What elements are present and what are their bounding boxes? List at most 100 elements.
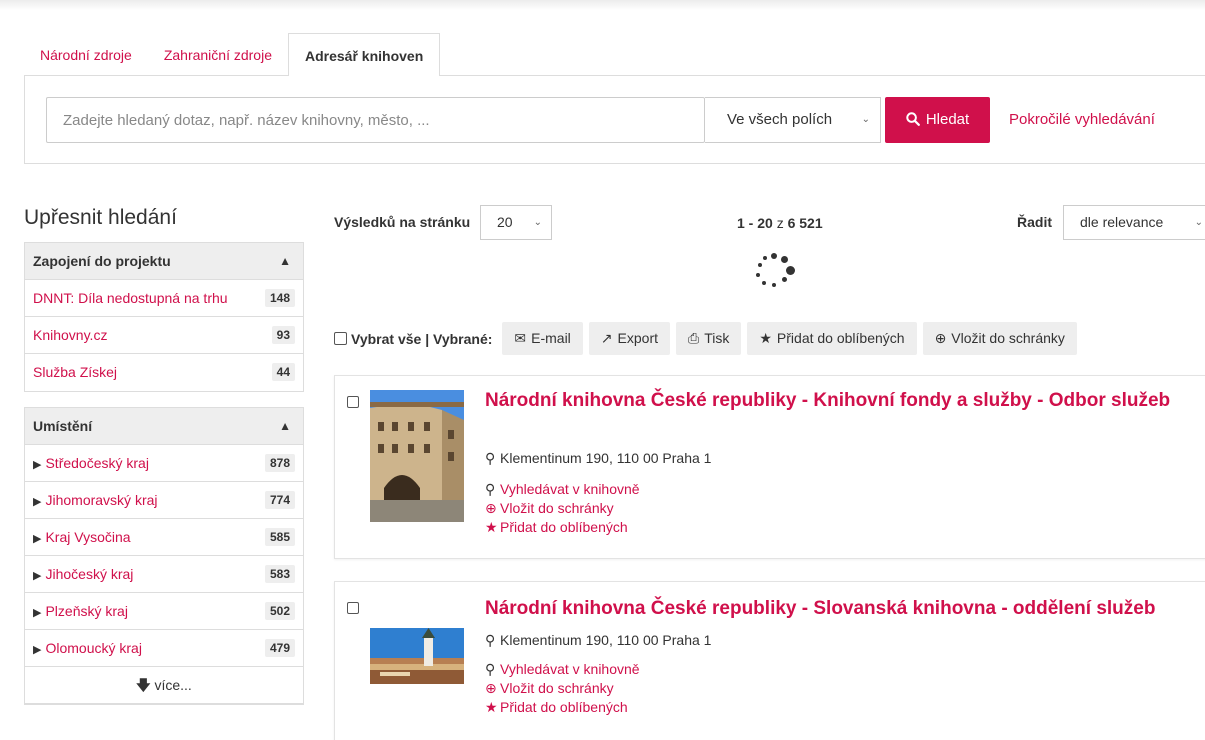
result-item: Národní knihovna České republiky - Slova… (334, 581, 1205, 740)
result-checkbox[interactable] (347, 602, 359, 614)
expand-triangle-icon[interactable]: ▶ (33, 533, 41, 545)
facet-more-button[interactable]: 🡇 více... (25, 667, 303, 704)
facet-item-knihovny[interactable]: Knihovny.cz 93 (25, 317, 303, 354)
email-button[interactable]: ✉ E-mail (502, 322, 583, 355)
facet-project: Zapojení do projektu ▲ DNNT: Díla nedost… (24, 242, 304, 392)
export-button[interactable]: ↗ Export (588, 322, 670, 355)
facet-item-region[interactable]: ▶ Jihomoravský kraj 774 (25, 482, 303, 519)
plus-circle-icon: ⊕ (485, 680, 497, 696)
sort-select[interactable]: dle relevance ⌄ (1063, 205, 1205, 240)
per-page-value: 20 (497, 214, 513, 230)
envelope-icon: ✉ (514, 330, 527, 346)
range-total: 6 521 (787, 215, 823, 231)
collapse-triangle-icon: ▲ (279, 419, 291, 433)
select-all-checkbox[interactable] (334, 332, 347, 345)
star-icon: ★ (759, 330, 772, 346)
map-marker-icon: ⚲ (485, 450, 496, 466)
printer-icon: ⎙ (688, 330, 700, 346)
expand-triangle-icon[interactable]: ▶ (33, 496, 41, 508)
library-photo (370, 390, 464, 522)
facet-item-label: Kraj Vysočina (45, 529, 131, 545)
result-actions: ⚲ Vyhledávat v knihovně ⊕ Vložit do schrán… (485, 480, 640, 537)
search-in-library-link[interactable]: ⚲ Vyhledávat v knihovně (485, 660, 640, 679)
result-address: ⚲ Klementinum 190, 110 00 Praha 1 (485, 632, 711, 649)
per-page-select[interactable]: 20 ⌄ (480, 205, 552, 240)
range-of: z (776, 215, 784, 231)
facet-item-region[interactable]: ▶ Kraj Vysočina 585 (25, 519, 303, 556)
facet-item-ziskej[interactable]: Služba Získej 44 (25, 354, 303, 391)
facet-item-region[interactable]: ▶ Středočeský kraj 878 (25, 445, 303, 482)
add-favorites-button[interactable]: ★ Přidat do oblíbených (747, 322, 917, 355)
tab-foreign-sources[interactable]: Zahraniční zdroje (148, 33, 288, 75)
top-shadow (0, 0, 1205, 10)
source-tabs: Národní zdroje Zahraniční zdroje Adresář… (24, 33, 441, 76)
result-checkbox[interactable] (347, 396, 359, 408)
search-input[interactable] (46, 97, 705, 143)
range-value: 1 - 20 (737, 215, 773, 231)
sidebar-title: Upřesnit hledání (24, 206, 177, 229)
search-field-select[interactable]: Ve všech polích ⌄ (705, 97, 881, 143)
search-in-library-link[interactable]: ⚲ Vyhledávat v knihovně (485, 480, 640, 499)
library-photo (370, 628, 464, 684)
facet-item-region[interactable]: ▶ Plzeňský kraj 502 (25, 593, 303, 630)
per-page-label: Výsledků na stránku (334, 214, 471, 230)
search-button-label: Hledat (925, 111, 970, 128)
result-item: Národní knihovna České republiky - Kniho… (334, 375, 1205, 559)
add-to-clipboard-link[interactable]: ⊕ Vložit do schránky (485, 679, 640, 698)
bulk-actions: Vybrat vše | Vybrané: ✉ E-mail ↗ Export ⎙ T… (334, 322, 1077, 355)
facet-location-title: Umístění (33, 418, 93, 434)
result-title[interactable]: Národní knihovna České republiky - Kniho… (485, 390, 1205, 412)
facet-item-label: DNNT: Díla nedostupná na trhu (33, 290, 228, 306)
expand-triangle-icon[interactable]: ▶ (33, 644, 41, 656)
expand-triangle-icon[interactable]: ▶ (33, 570, 41, 582)
print-button[interactable]: ⎙ Tisk (676, 322, 742, 355)
facet-item-count: 502 (264, 602, 295, 620)
facet-item-label: Středočeský kraj (45, 455, 149, 471)
facet-item-count: 774 (264, 491, 295, 509)
add-to-clipboard-link[interactable]: ⊕ Vložit do schránky (485, 499, 640, 518)
add-to-favorites-link[interactable]: ★ Přidat do oblíbených (485, 518, 640, 537)
facet-item-count: 93 (271, 326, 295, 344)
search-button[interactable]: Hledat (885, 97, 990, 143)
facet-item-count: 148 (264, 289, 295, 307)
result-title[interactable]: Národní knihovna České republiky - Slova… (485, 598, 1205, 620)
external-link-icon: ↗ (600, 330, 613, 346)
expand-triangle-icon[interactable]: ▶ (33, 607, 41, 619)
star-icon: ★ (485, 519, 498, 535)
search-in-label: Vyhledávat v knihovně (500, 661, 640, 677)
clipboard-label: Vložit do schránky (500, 680, 614, 696)
search-panel: Ve všech polích ⌄ Hledat Pokročilé vyhle… (24, 75, 1205, 164)
tab-library-directory[interactable]: Adresář knihoven (288, 33, 441, 76)
chevron-down-icon: ⌄ (1194, 217, 1203, 228)
facet-item-label: Plzeňský kraj (45, 603, 128, 619)
facet-item-region[interactable]: ▶ Olomoucký kraj 479 (25, 630, 303, 667)
facet-item-label: Služba Získej (33, 364, 118, 380)
facet-project-title: Zapojení do projektu (33, 253, 171, 269)
search-icon (906, 112, 920, 126)
search-icon: ⚲ (485, 661, 496, 677)
search-field-value: Ve všech polích (727, 111, 833, 128)
facet-location: Umístění ▲ ▶ Středočeský kraj 878 ▶ Jihomo… (24, 407, 304, 705)
facet-item-region[interactable]: ▶ Jihočeský kraj 583 (25, 556, 303, 593)
loading-spinner-icon (750, 250, 800, 300)
sort-label: Řadit (1017, 214, 1052, 230)
facet-project-header[interactable]: Zapojení do projektu ▲ (25, 243, 303, 280)
facet-item-label: Olomoucký kraj (45, 640, 142, 656)
print-label: Tisk (704, 330, 730, 346)
select-all-label: Vybrat vše | Vybrané: (351, 330, 493, 347)
search-icon: ⚲ (485, 481, 496, 497)
facet-location-header[interactable]: Umístění ▲ (25, 408, 303, 445)
facet-item-dnnt[interactable]: DNNT: Díla nedostupná na trhu 148 (25, 280, 303, 317)
result-address: ⚲ Klementinum 190, 110 00 Praha 1 (485, 450, 711, 467)
facet-item-count: 878 (264, 454, 295, 472)
add-to-favorites-link[interactable]: ★ Přidat do oblíbených (485, 698, 640, 717)
sort-value: dle relevance (1080, 214, 1164, 230)
facet-item-count: 583 (264, 565, 295, 583)
expand-triangle-icon[interactable]: ▶ (33, 459, 41, 471)
add-clipboard-button[interactable]: ⊕ Vložit do schránky (922, 322, 1077, 355)
search-in-label: Vyhledávat v knihovně (500, 481, 640, 497)
favorite-label: Přidat do oblíbených (500, 699, 628, 715)
tab-national-sources[interactable]: Národní zdroje (24, 33, 148, 75)
facet-item-label: Jihomoravský kraj (45, 492, 158, 508)
advanced-search-link[interactable]: Pokročilé vyhledávání (1009, 97, 1155, 143)
